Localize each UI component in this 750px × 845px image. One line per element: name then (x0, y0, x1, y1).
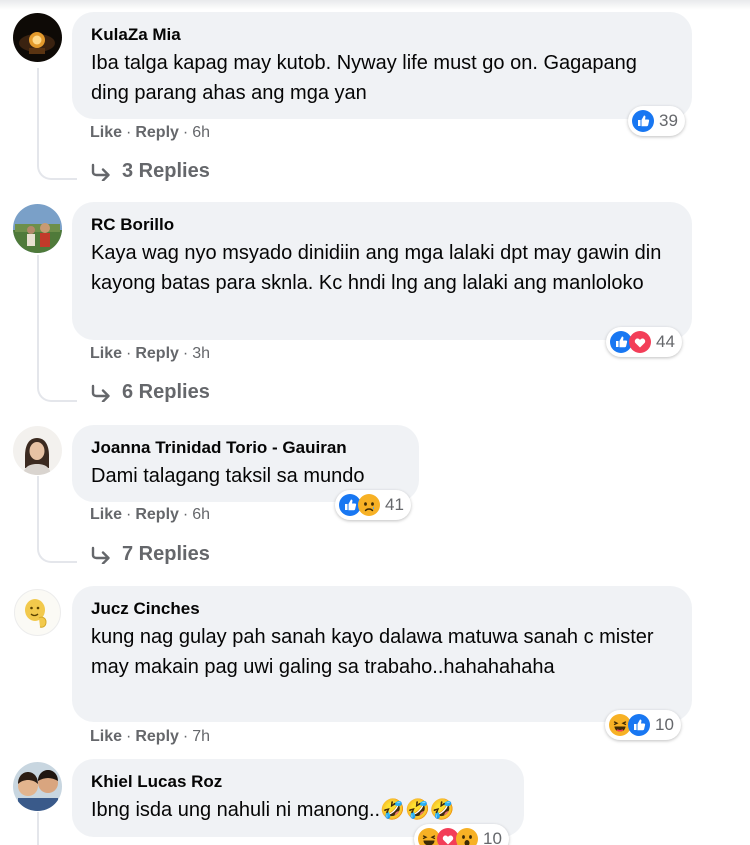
reply-link[interactable]: Reply (135, 506, 179, 523)
comments-panel: KulaZa Mia Iba talga kapag may kutob. Ny… (0, 0, 750, 845)
reaction-summary[interactable]: 44 (606, 327, 682, 357)
like-link[interactable]: Like (90, 124, 122, 141)
comment-bubble: RC Borillo Kaya wag nyo msyado dinidiin … (72, 202, 692, 340)
wow-reaction-icon (456, 828, 478, 845)
comment-author[interactable]: Khiel Lucas Roz (91, 771, 502, 793)
comment-time[interactable]: 6h (192, 124, 210, 141)
thread-line (37, 812, 39, 845)
reaction-summary[interactable]: 39 (628, 106, 685, 136)
avatar[interactable] (13, 13, 62, 62)
comment-author[interactable]: KulaZa Mia (91, 24, 670, 46)
reaction-summary[interactable]: 41 (335, 490, 411, 520)
avatar[interactable] (13, 204, 62, 253)
reaction-count: 41 (385, 495, 404, 514)
sad-reaction-icon (358, 494, 380, 516)
like-reaction-icon (632, 110, 654, 132)
thread-line (37, 476, 39, 544)
reaction-summary[interactable]: 10 (414, 824, 509, 845)
view-replies-link[interactable]: 7 Replies (90, 543, 210, 566)
comment-bubble: KulaZa Mia Iba talga kapag may kutob. Ny… (72, 12, 692, 119)
avatar[interactable] (13, 588, 62, 637)
comment-author[interactable]: RC Borillo (91, 214, 670, 236)
reaction-count: 10 (483, 829, 502, 845)
avatar[interactable] (13, 426, 62, 475)
comment-text: Kaya wag nyo msyado dinidiin ang mga lal… (91, 242, 662, 294)
comment-text: Iba talga kapag may kutob. Nyway life mu… (91, 52, 637, 104)
like-link[interactable]: Like (90, 506, 122, 523)
reaction-count: 44 (656, 332, 675, 351)
replies-count-label: 3 Replies (122, 160, 210, 182)
like-link[interactable]: Like (90, 728, 122, 745)
comment-actions: Like · Reply · 6h (90, 506, 211, 523)
love-reaction-icon (629, 331, 651, 353)
reply-arrow-icon (91, 546, 110, 564)
reply-link[interactable]: Reply (135, 345, 179, 362)
thread-connector (37, 380, 77, 402)
comment-text: Ibng isda ung nahuli ni manong..🤣🤣🤣 (91, 799, 455, 821)
replies-count-label: 6 Replies (122, 381, 210, 403)
view-replies-link[interactable]: 3 Replies (90, 160, 210, 183)
reaction-summary[interactable]: 10 (605, 710, 681, 740)
reply-arrow-icon (91, 384, 110, 402)
reply-link[interactable]: Reply (135, 124, 179, 141)
reply-arrow-icon (91, 163, 110, 181)
thread-line (37, 255, 39, 382)
avatar[interactable] (13, 762, 62, 811)
view-replies-link[interactable]: 6 Replies (90, 381, 210, 404)
reaction-count: 10 (655, 715, 674, 734)
replies-count-label: 7 Replies (122, 543, 210, 565)
reaction-count: 39 (659, 111, 678, 130)
comment-text: kung nag gulay pah sanah kayo dalawa mat… (91, 626, 654, 678)
like-reaction-icon (628, 714, 650, 736)
comment-text: Dami talagang taksil sa mundo (91, 465, 365, 487)
thread-connector (37, 158, 77, 180)
comment-time[interactable]: 6h (192, 506, 210, 523)
comment-author[interactable]: Jucz Cinches (91, 598, 670, 620)
reply-link[interactable]: Reply (135, 728, 179, 745)
top-divider (0, 0, 750, 10)
comment-time[interactable]: 7h (192, 728, 210, 745)
comment-bubble: Jucz Cinches kung nag gulay pah sanah ka… (72, 586, 692, 722)
thread-line (37, 68, 39, 160)
comment-author[interactable]: Joanna Trinidad Torio - Gauiran (91, 437, 397, 459)
comment-actions: Like · Reply · 6h (90, 124, 211, 141)
comment-actions: Like · Reply · 7h (90, 728, 211, 745)
thread-connector (37, 541, 77, 563)
like-link[interactable]: Like (90, 345, 122, 362)
comment-actions: Like · Reply · 3h (90, 345, 211, 362)
comment-time[interactable]: 3h (192, 345, 210, 362)
